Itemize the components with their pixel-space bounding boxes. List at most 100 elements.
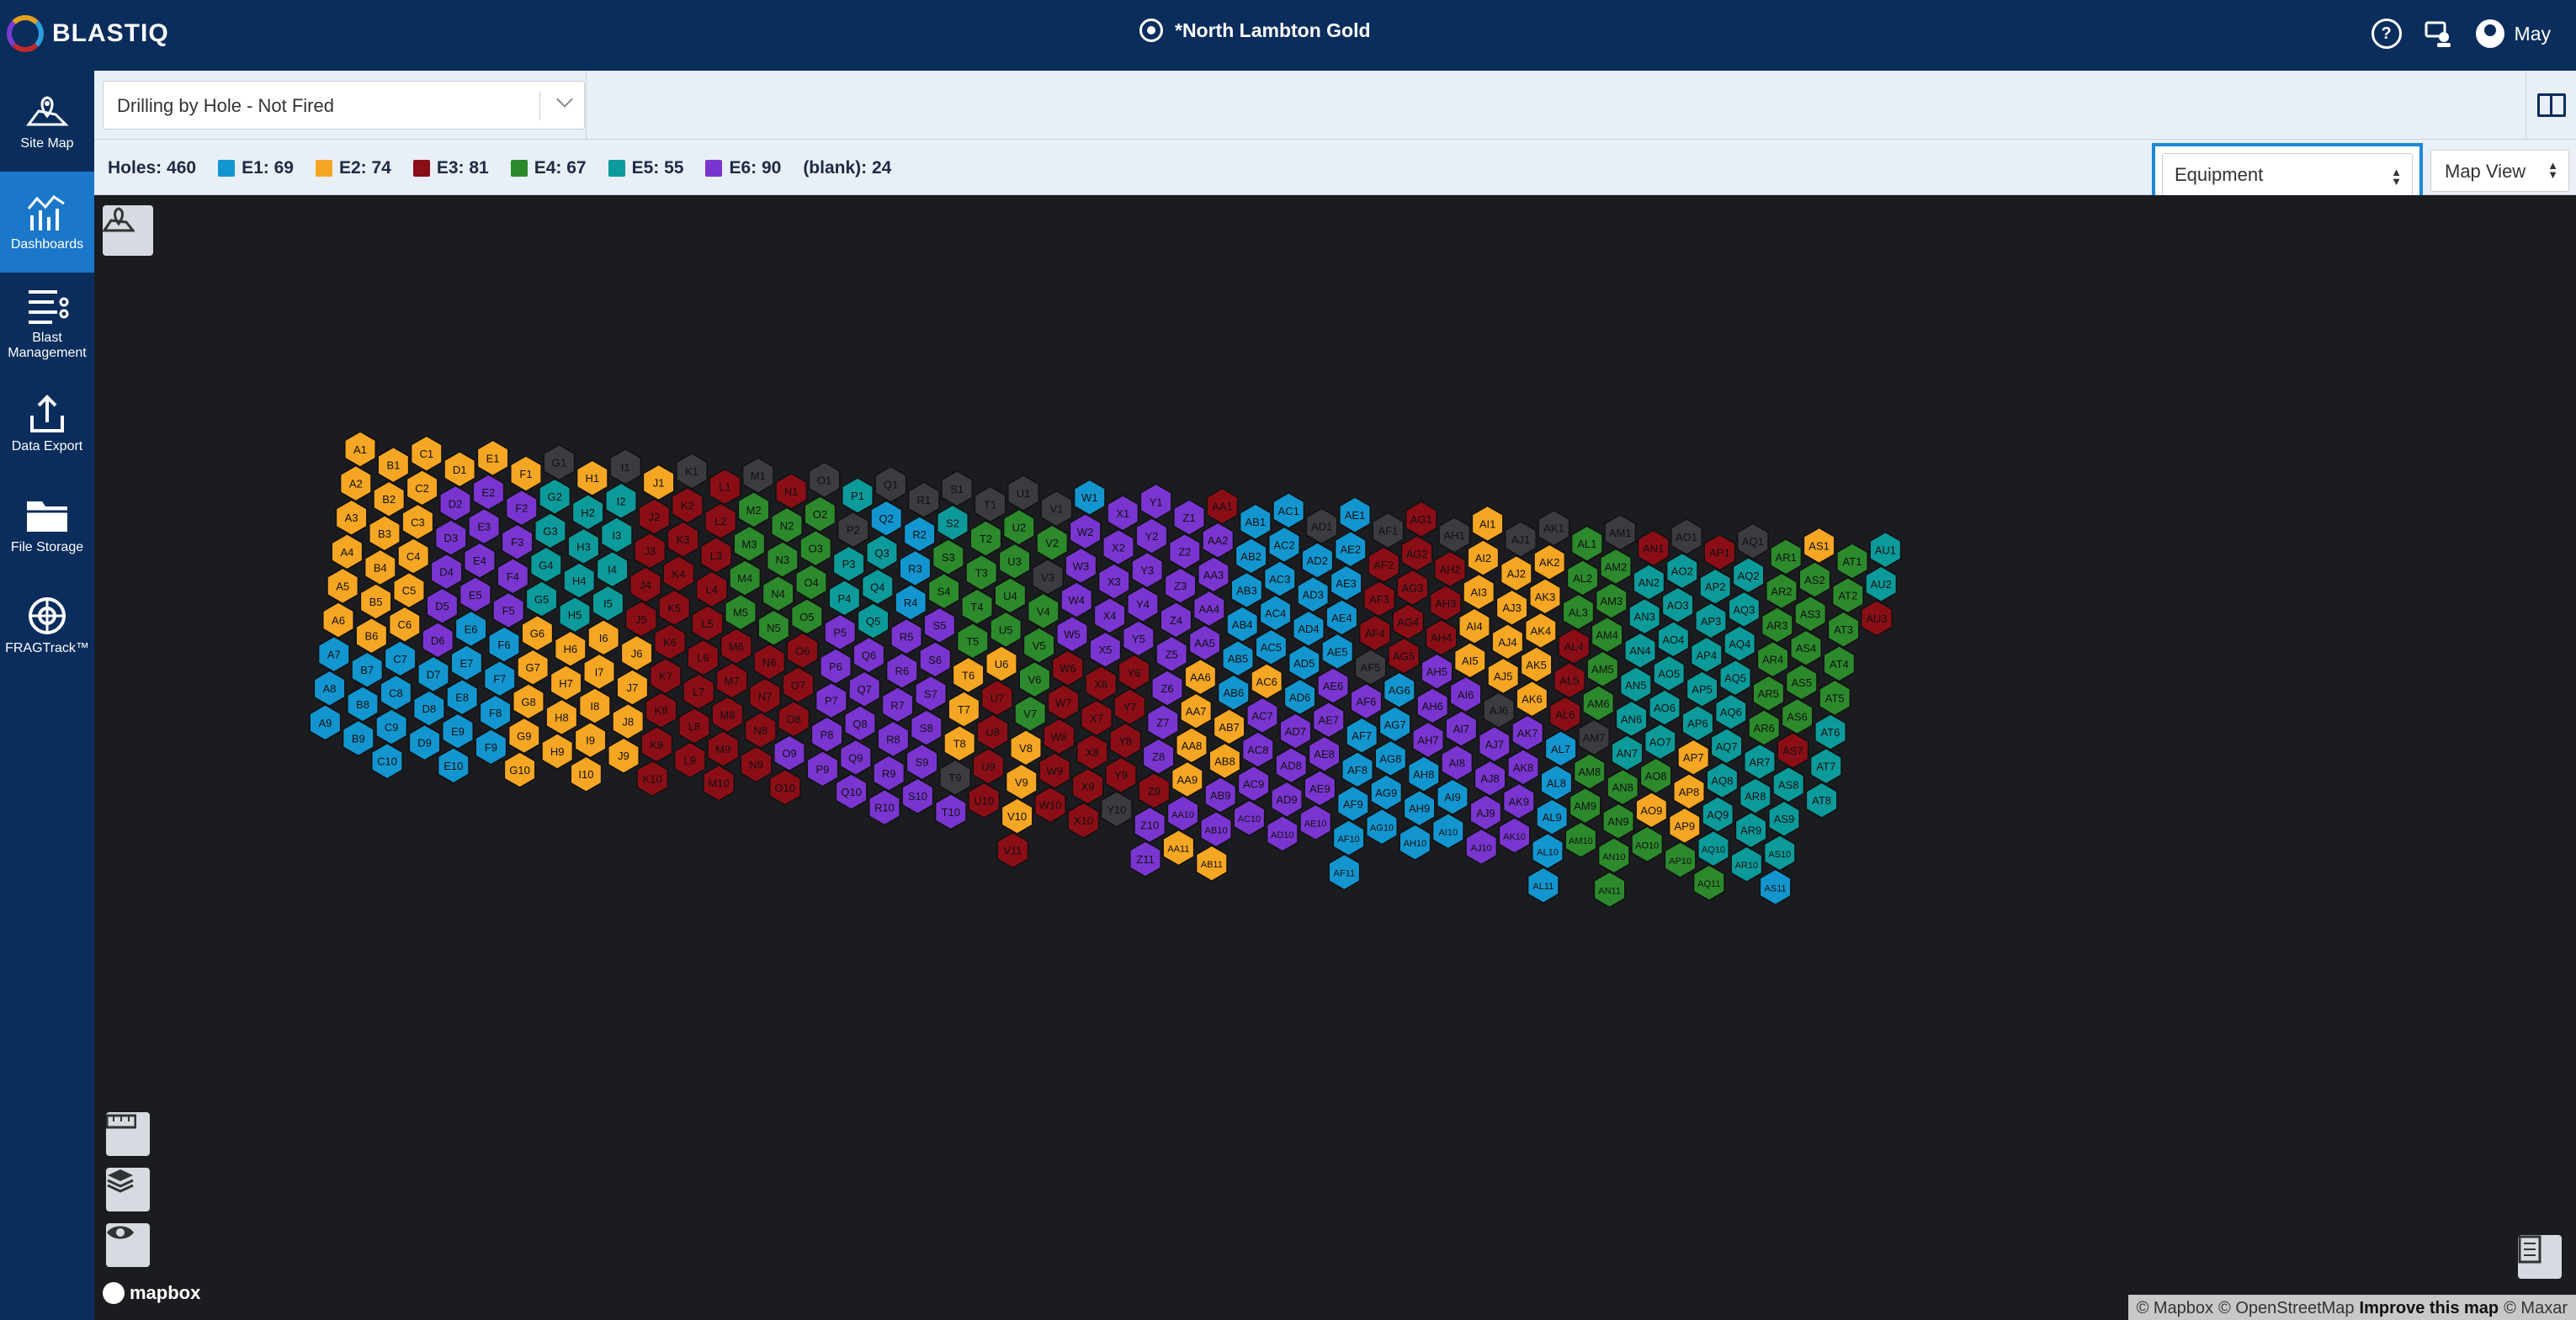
drill-hole[interactable]: Y6 [1118, 654, 1150, 692]
drill-hole[interactable]: AH8 [1407, 755, 1440, 793]
drill-hole[interactable]: AK1 [1538, 509, 1570, 547]
drill-hole[interactable]: B1 [377, 446, 410, 484]
drill-hole[interactable]: F4 [497, 557, 529, 595]
drill-hole[interactable]: AG3 [1396, 569, 1429, 607]
drill-hole[interactable]: U3 [998, 543, 1031, 580]
drill-hole[interactable]: AH6 [1416, 687, 1449, 724]
drill-hole[interactable]: Q5 [857, 602, 890, 639]
drill-hole[interactable]: H9 [541, 733, 574, 770]
drill-hole[interactable]: AU3 [1861, 599, 1893, 637]
drill-hole[interactable]: AF6 [1350, 682, 1383, 720]
drill-hole[interactable]: R3 [899, 549, 932, 587]
sidebar-item-file-storage[interactable]: File Storage [0, 474, 94, 575]
drill-hole[interactable]: N6 [753, 643, 786, 681]
drill-hole[interactable]: Y1 [1139, 483, 1172, 521]
sidebar-item-site-map[interactable]: Site Map [0, 71, 94, 172]
drill-hole[interactable]: AS5 [1785, 663, 1818, 701]
drill-hole[interactable]: J3 [634, 532, 667, 570]
drill-hole[interactable]: AM4 [1591, 616, 1623, 654]
drill-hole[interactable]: V6 [1018, 660, 1051, 698]
drill-hole[interactable]: W10 [1034, 786, 1066, 824]
drill-hole[interactable]: AG9 [1370, 774, 1403, 811]
drill-hole[interactable]: E7 [450, 644, 483, 681]
drill-hole[interactable]: B8 [347, 685, 379, 723]
drill-hole[interactable]: AR8 [1739, 777, 1771, 814]
drill-hole[interactable]: AM3 [1595, 582, 1628, 619]
drill-hole[interactable]: C3 [401, 503, 434, 541]
drill-hole[interactable]: G5 [525, 580, 558, 618]
drill-hole[interactable]: AC9 [1237, 765, 1270, 803]
drill-hole[interactable]: AP1 [1703, 533, 1736, 571]
drill-hole[interactable]: C1 [410, 435, 443, 473]
drill-hole[interactable]: V3 [1032, 558, 1064, 596]
drill-hole[interactable]: G3 [534, 512, 566, 549]
drill-hole[interactable]: K5 [658, 589, 691, 627]
drill-hole[interactable]: AE10 [1299, 803, 1332, 841]
drill-hole[interactable]: T7 [948, 691, 980, 728]
drill-hole[interactable]: V11 [996, 831, 1029, 869]
drill-hole[interactable]: AA3 [1198, 555, 1230, 593]
drill-hole[interactable]: V8 [1010, 729, 1042, 766]
map-canvas[interactable]: A1 A2 A3 A4 A5 A6 A7 A8 A9 B1 B2 B3 B4 B5 B6 B7 B8 B9 C1 C2… [94, 195, 2576, 1320]
drill-hole[interactable]: Z10 [1134, 806, 1166, 844]
layers-button[interactable] [106, 1168, 150, 1211]
drill-hole[interactable]: AA10 [1166, 795, 1199, 832]
drill-hole[interactable]: AL8 [1540, 764, 1573, 802]
drill-hole-pattern[interactable]: A1 A2 A3 A4 A5 A6 A7 A8 A9 B1 B2 B3 B4 B5 B6 B7 B8 B9 C1 C2… [94, 195, 2576, 1320]
drill-hole[interactable]: AO4 [1657, 620, 1690, 658]
drill-hole[interactable]: Y10 [1100, 790, 1133, 828]
drill-hole[interactable]: D3 [434, 519, 467, 556]
drill-hole[interactable]: AD7 [1279, 713, 1312, 750]
drill-hole[interactable]: AJ9 [1469, 793, 1502, 831]
drill-hole[interactable]: O10 [768, 768, 801, 806]
drill-hole[interactable]: AB7 [1213, 708, 1246, 745]
drill-hole[interactable]: AF11 [1328, 853, 1361, 891]
legend-panel-button[interactable] [2518, 1235, 2562, 1279]
drill-hole[interactable]: M6 [720, 628, 752, 665]
mapbox-logo[interactable]: mapbox [103, 1282, 200, 1304]
drill-hole[interactable]: AI3 [1463, 573, 1495, 611]
drill-hole[interactable]: T6 [952, 656, 985, 694]
drill-hole[interactable]: L3 [700, 536, 732, 574]
drill-hole[interactable]: F1 [510, 455, 542, 492]
drill-hole[interactable]: I6 [587, 618, 620, 656]
drill-hole[interactable]: T8 [943, 724, 976, 762]
drill-hole[interactable]: S1 [941, 469, 974, 507]
drill-hole[interactable]: P8 [810, 716, 843, 754]
drill-hole[interactable]: K9 [640, 725, 673, 763]
drill-hole[interactable]: AT3 [1827, 611, 1860, 649]
drill-hole[interactable]: T2 [969, 520, 1002, 557]
drill-hole[interactable]: AN6 [1615, 700, 1648, 738]
drill-hole[interactable]: P3 [832, 545, 865, 583]
drill-hole[interactable]: M5 [725, 593, 757, 631]
drill-hole[interactable]: AU2 [1865, 565, 1898, 603]
drill-hole[interactable]: G7 [517, 649, 550, 687]
drill-hole[interactable]: AE2 [1334, 530, 1367, 568]
drill-hole[interactable]: AP2 [1699, 568, 1732, 606]
drill-hole[interactable]: L9 [673, 741, 706, 779]
drill-hole[interactable]: AF5 [1354, 649, 1387, 686]
drill-hole[interactable]: I4 [596, 550, 629, 588]
drill-hole[interactable]: T10 [934, 793, 967, 830]
drill-hole[interactable]: O2 [804, 496, 837, 533]
drill-hole[interactable]: D1 [443, 450, 476, 488]
drill-hole[interactable]: AS11 [1759, 868, 1792, 906]
drill-hole[interactable]: AF7 [1346, 717, 1378, 755]
drill-hole[interactable]: AS7 [1777, 732, 1809, 769]
visibility-button[interactable] [106, 1223, 150, 1267]
drill-hole[interactable]: AH3 [1429, 585, 1462, 622]
drill-hole[interactable]: S8 [910, 709, 943, 746]
drill-hole[interactable]: E4 [464, 542, 496, 580]
drill-hole[interactable]: AO3 [1661, 586, 1694, 624]
help-icon[interactable]: ? [2371, 19, 2402, 49]
drill-hole[interactable]: R6 [885, 652, 918, 690]
drill-hole[interactable]: T3 [965, 554, 998, 591]
drill-hole[interactable]: AM1 [1604, 513, 1637, 551]
drill-hole[interactable]: C4 [397, 538, 430, 575]
drill-hole[interactable]: AO2 [1665, 552, 1698, 590]
drill-hole[interactable]: AT6 [1814, 713, 1846, 750]
drill-hole[interactable]: AG5 [1388, 637, 1420, 675]
drill-hole[interactable]: N3 [766, 541, 799, 578]
drill-hole[interactable]: J1 [642, 464, 675, 501]
drill-hole[interactable]: AL2 [1566, 559, 1599, 596]
